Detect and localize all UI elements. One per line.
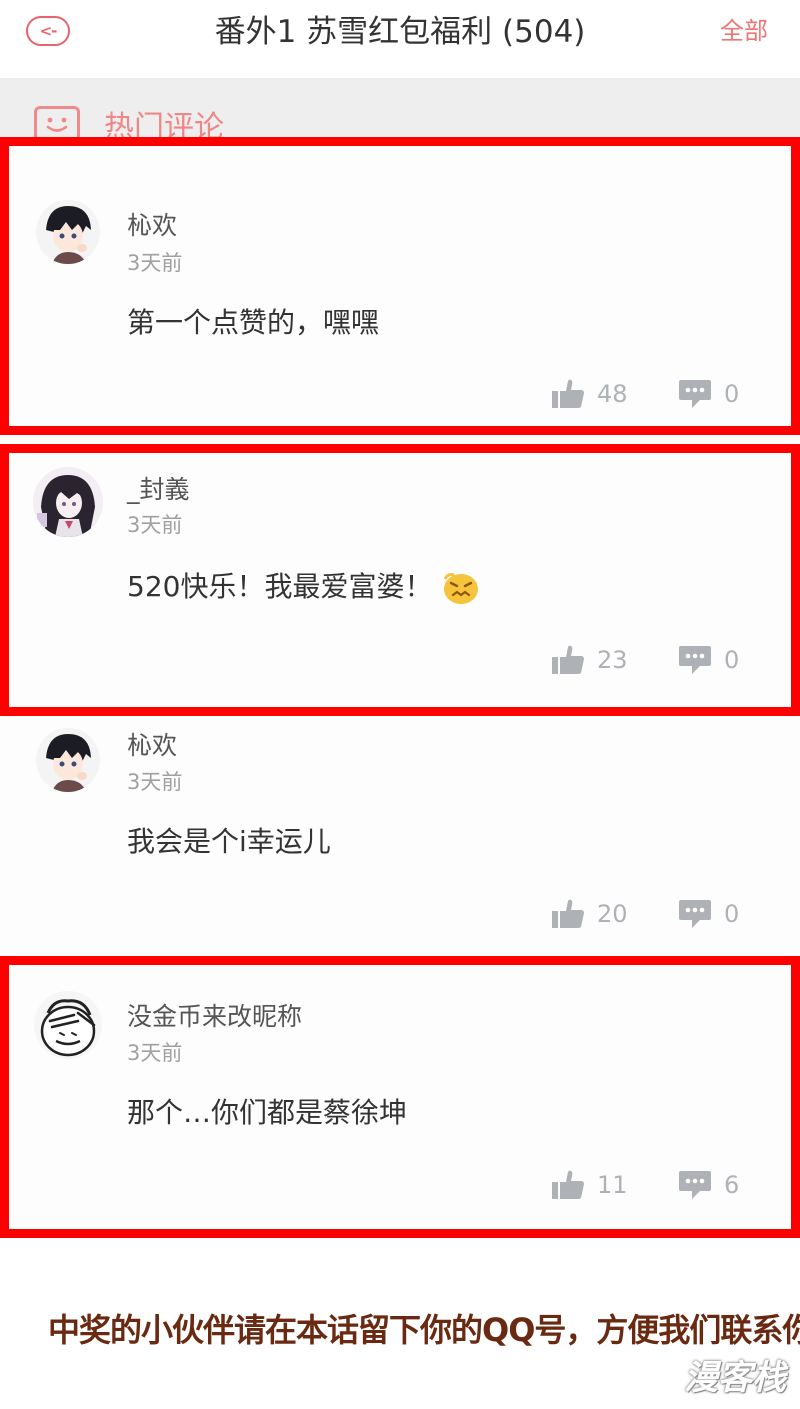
- username[interactable]: 杺欢: [127, 210, 177, 242]
- comment-item: 没金币来改昵称 3天前 那个…你们都是蔡徐坤 11 6: [0, 956, 800, 1238]
- like-button[interactable]: 20: [551, 899, 628, 929]
- username[interactable]: _封義: [127, 474, 190, 506]
- grimace-emoji-icon: [444, 573, 479, 604]
- reply-button[interactable]: 0: [678, 645, 739, 675]
- comment-text: 我会是个i幸运儿: [127, 825, 331, 858]
- page-title: 番外1 苏雪红包福利 (504): [214, 14, 586, 50]
- comment-text-body: 520快乐！我最爱富婆！: [127, 570, 433, 603]
- top-bar: <- 番外1 苏雪红包福利 (504) 全部: [0, 0, 800, 78]
- thumbs-up-icon: [552, 379, 584, 408]
- avatar[interactable]: [34, 991, 102, 1059]
- username[interactable]: 没金币来改昵称: [127, 1001, 302, 1033]
- comment-bubble-icon: [679, 1171, 711, 1199]
- reply-button[interactable]: 0: [678, 379, 739, 409]
- prize-notice: 中奖的小伙伴请在本话留下你的QQ号，方便我们联系你~: [48, 1311, 800, 1349]
- comment-item: 杺欢 3天前 我会是个i幸运儿 20 0: [0, 716, 800, 956]
- timestamp: 3天前: [127, 251, 183, 275]
- timestamp: 3天前: [127, 513, 183, 537]
- username[interactable]: 杺欢: [127, 730, 177, 762]
- reply-count: 6: [724, 1171, 740, 1199]
- like-count: 48: [597, 380, 628, 408]
- like-count: 23: [597, 646, 628, 674]
- back-arrow-icon: <-: [39, 22, 58, 40]
- like-button[interactable]: 11: [551, 1170, 628, 1200]
- avatar[interactable]: [36, 728, 100, 792]
- thumbs-up-icon: [552, 899, 584, 928]
- reply-button[interactable]: 6: [678, 1170, 739, 1200]
- like-button[interactable]: 23: [551, 645, 628, 675]
- comment-bubble-icon: [679, 646, 711, 674]
- comment-bubble-icon: [679, 380, 711, 408]
- avatar[interactable]: [33, 467, 103, 537]
- all-comments-link[interactable]: 全部: [720, 14, 768, 48]
- avatar[interactable]: [36, 200, 100, 264]
- comment-text: 520快乐！我最爱富婆！: [127, 567, 480, 607]
- reply-button[interactable]: 0: [678, 899, 739, 929]
- reply-count: 0: [724, 646, 740, 674]
- comment-bubble-icon: [679, 900, 711, 928]
- comment-text: 那个…你们都是蔡徐坤: [127, 1096, 408, 1129]
- reply-count: 0: [724, 380, 740, 408]
- like-count: 11: [597, 1171, 628, 1199]
- thumbs-up-icon: [552, 645, 584, 674]
- timestamp: 3天前: [127, 770, 183, 794]
- timestamp: 3天前: [127, 1041, 183, 1065]
- like-count: 20: [597, 900, 628, 928]
- reply-count: 0: [724, 900, 740, 928]
- comment-item: _封義 3天前 520快乐！我最爱富婆！ 23 0: [0, 444, 800, 716]
- comment-item: 杺欢 3天前 第一个点赞的，嘿嘿 48 0: [0, 137, 800, 435]
- watermark-logo: 漫客栈: [684, 1358, 786, 1398]
- comment-text: 第一个点赞的，嘿嘿: [127, 306, 380, 339]
- like-button[interactable]: 48: [551, 379, 628, 409]
- back-button[interactable]: <-: [26, 16, 70, 46]
- thumbs-up-icon: [552, 1170, 584, 1199]
